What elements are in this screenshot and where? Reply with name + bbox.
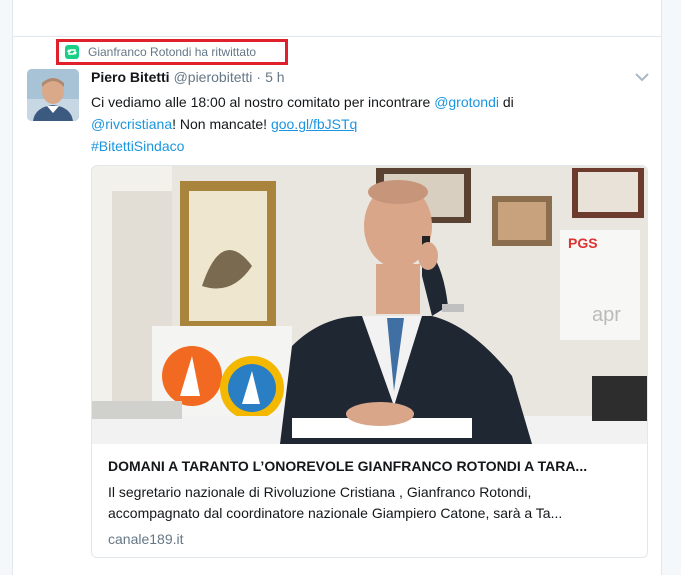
header-separator: ·: [256, 69, 262, 85]
card-domain[interactable]: canale189.it: [108, 531, 633, 547]
tweet-header: Piero Bitetti @pierobitetti · 5 h: [91, 69, 285, 85]
svg-text:apr: apr: [592, 304, 621, 326]
tweet-text: Ci vediamo alle 18:00 al nostro comitato…: [91, 91, 641, 157]
author-fullname[interactable]: Piero Bitetti: [91, 69, 170, 85]
retweet-context[interactable]: Gianfranco Rotondi ha ritwittato: [56, 39, 288, 65]
tweet-link[interactable]: goo.gl/fbJSTq: [271, 116, 357, 132]
tweet-timestamp[interactable]: 5 h: [265, 69, 284, 85]
left-gutter: [0, 0, 12, 575]
mention-grotondi[interactable]: @grotondi: [434, 94, 499, 110]
retweet-icon: [65, 45, 79, 59]
author-screenname[interactable]: @pierobitetti: [174, 69, 253, 85]
hashtag-bitettisindaco[interactable]: #BitettiSindaco: [91, 138, 184, 154]
svg-text:PGS: PGS: [568, 235, 598, 251]
previous-tweet-bottom: [12, 0, 662, 36]
tweet-text-part: ! Non mancate!: [172, 116, 271, 132]
card-photo[interactable]: PGS apr: [92, 166, 647, 444]
link-card[interactable]: PGS apr DOMANI A TARANTO L’ONOREVOLE GIA…: [91, 165, 648, 558]
mention-rivcristiana[interactable]: @rivcristiana: [91, 116, 172, 132]
retweet-context-label[interactable]: Gianfranco Rotondi ha ritwittato: [88, 45, 256, 59]
card-body[interactable]: DOMANI A TARANTO L’ONOREVOLE GIANFRANCO …: [108, 456, 633, 547]
chevron-down-icon[interactable]: [634, 70, 650, 82]
card-title[interactable]: DOMANI A TARANTO L’ONOREVOLE GIANFRANCO …: [108, 456, 633, 476]
card-description-line: accompagnato dal coordinatore nazionale …: [108, 505, 563, 521]
tweet-text-part: Ci vediamo alle 18:00 al nostro comitato…: [91, 94, 435, 110]
card-description-line: Il segretario nazionale di Rivoluzione C…: [108, 484, 532, 500]
tweet-text-part: di: [499, 94, 514, 110]
avatar[interactable]: [27, 69, 79, 121]
card-description: Il segretario nazionale di Rivoluzione C…: [108, 482, 633, 524]
right-gutter: [662, 0, 681, 575]
